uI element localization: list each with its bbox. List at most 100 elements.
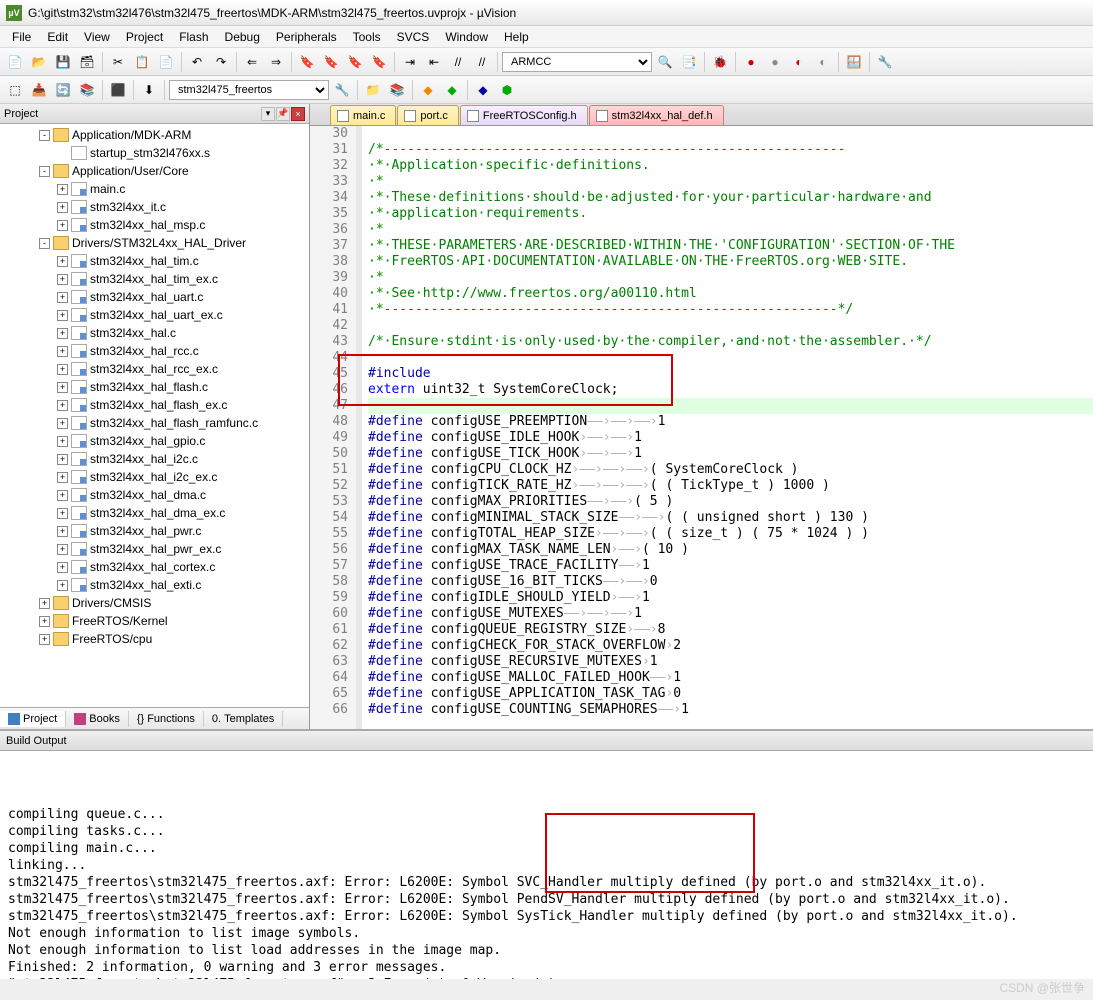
download-icon[interactable]: ⬇ [138, 79, 160, 101]
expander-icon[interactable]: - [39, 238, 50, 249]
menu-tools[interactable]: Tools [345, 28, 389, 46]
expander-icon[interactable]: + [57, 562, 68, 573]
target-options-icon[interactable]: 🔧 [331, 79, 353, 101]
file-tab[interactable]: stm32l4xx_hal_def.h [589, 105, 724, 125]
bookmark-clear-icon[interactable]: 🔖 [368, 51, 390, 73]
redo-icon[interactable]: ↷ [210, 51, 232, 73]
tree-item[interactable]: +stm32l4xx_hal_pwr_ex.c [0, 540, 309, 558]
stop-build-icon[interactable]: ⬛ [107, 79, 129, 101]
tree-item[interactable]: +stm32l4xx_hal_flash.c [0, 378, 309, 396]
panel-close-icon[interactable]: × [291, 107, 305, 121]
expander-icon[interactable]: + [57, 274, 68, 285]
batch-build-icon[interactable]: 📚 [76, 79, 98, 101]
tree-item[interactable]: +stm32l4xx_hal_pwr.c [0, 522, 309, 540]
breakpoint-disable-icon[interactable]: ● [764, 51, 786, 73]
nav-fwd-icon[interactable]: ⇒ [265, 51, 287, 73]
expander-icon[interactable]: + [57, 310, 68, 321]
manage-icon[interactable]: 📁 [362, 79, 384, 101]
manage-rte-icon[interactable]: ◆ [441, 79, 463, 101]
expander-icon[interactable]: + [39, 634, 50, 645]
expander-icon[interactable]: + [57, 580, 68, 591]
target-select[interactable]: stm32l475_freertos [169, 80, 329, 100]
translate-icon[interactable]: ⬚ [4, 79, 26, 101]
copy-icon[interactable]: 📋 [131, 51, 153, 73]
tree-item[interactable]: +stm32l4xx_hal_flash_ex.c [0, 396, 309, 414]
expander-icon[interactable]: - [39, 130, 50, 141]
expander-icon[interactable]: + [57, 454, 68, 465]
expander-icon[interactable]: + [57, 256, 68, 267]
expander-icon[interactable]: + [57, 220, 68, 231]
menu-peripherals[interactable]: Peripherals [268, 28, 345, 46]
project-tree[interactable]: -Application/MDK-ARMstartup_stm32l476xx.… [0, 124, 309, 707]
tree-item[interactable]: +FreeRTOS/Kernel [0, 612, 309, 630]
expander-icon[interactable]: + [57, 346, 68, 357]
tab-templates[interactable]: 0. Templates [204, 711, 283, 727]
nav-back-icon[interactable]: ⇐ [241, 51, 263, 73]
tree-item[interactable]: -Application/User/Core [0, 162, 309, 180]
cut-icon[interactable]: ✂ [107, 51, 129, 73]
save-icon[interactable]: 💾 [52, 51, 74, 73]
pack-installer-icon[interactable]: ◆ [417, 79, 439, 101]
paste-icon[interactable]: 📄 [155, 51, 177, 73]
tree-item[interactable]: +stm32l4xx_hal_flash_ramfunc.c [0, 414, 309, 432]
tree-item[interactable]: +stm32l4xx_hal_gpio.c [0, 432, 309, 450]
tree-item[interactable]: startup_stm32l476xx.s [0, 144, 309, 162]
find-in-files-icon[interactable]: 📑 [678, 51, 700, 73]
comment-icon[interactable]: // [447, 51, 469, 73]
configure-icon[interactable]: 🔧 [874, 51, 896, 73]
tree-item[interactable]: -Drivers/STM32L4xx_HAL_Driver [0, 234, 309, 252]
rebuild-icon[interactable]: 🔄 [52, 79, 74, 101]
indent-icon[interactable]: ⇥ [399, 51, 421, 73]
code-content[interactable]: /*--------------------------------------… [362, 126, 1093, 729]
file-tab[interactable]: port.c [397, 105, 459, 125]
expander-icon[interactable]: + [39, 616, 50, 627]
manage-books-icon[interactable]: 📚 [386, 79, 408, 101]
panel-menu-icon[interactable]: ▾ [261, 107, 275, 121]
tree-item[interactable]: +stm32l4xx_hal_dma.c [0, 486, 309, 504]
new-file-icon[interactable]: 📄 [4, 51, 26, 73]
expander-icon[interactable]: - [39, 166, 50, 177]
tree-item[interactable]: +stm32l4xx_hal_rcc_ex.c [0, 360, 309, 378]
menu-file[interactable]: File [4, 28, 39, 46]
expander-icon[interactable]: + [57, 400, 68, 411]
expander-icon[interactable]: + [57, 292, 68, 303]
compiler-select[interactable]: ARMCC [502, 52, 652, 72]
tree-item[interactable]: +stm32l4xx_hal_i2c_ex.c [0, 468, 309, 486]
expander-icon[interactable]: + [57, 382, 68, 393]
tab-books[interactable]: Books [66, 711, 129, 727]
debug-icon[interactable]: 🐞 [709, 51, 731, 73]
expander-icon[interactable]: + [57, 202, 68, 213]
tree-item[interactable]: +stm32l4xx_hal_uart_ex.c [0, 306, 309, 324]
expander-icon[interactable]: + [57, 436, 68, 447]
undo-icon[interactable]: ↶ [186, 51, 208, 73]
tree-item[interactable]: +stm32l4xx_hal_i2c.c [0, 450, 309, 468]
expander-icon[interactable]: + [57, 328, 68, 339]
expander-icon[interactable]: + [57, 526, 68, 537]
expander-icon[interactable]: + [57, 472, 68, 483]
cube-icon[interactable]: ⬢ [496, 79, 518, 101]
menu-window[interactable]: Window [437, 28, 496, 46]
tree-item[interactable]: +stm32l4xx_hal_msp.c [0, 216, 309, 234]
breakpoint-clear-icon[interactable]: ◐ [812, 51, 834, 73]
code-editor[interactable]: 3031323334353637383940414243444546474849… [310, 126, 1093, 729]
tree-item[interactable]: +stm32l4xx_hal_tim_ex.c [0, 270, 309, 288]
tree-item[interactable]: +stm32l4xx_hal_cortex.c [0, 558, 309, 576]
expander-icon[interactable]: + [57, 364, 68, 375]
menu-flash[interactable]: Flash [171, 28, 216, 46]
menu-view[interactable]: View [76, 28, 118, 46]
menu-svcs[interactable]: SVCS [389, 28, 438, 46]
find-icon[interactable]: 🔍 [654, 51, 676, 73]
expander-icon[interactable]: + [57, 490, 68, 501]
bookmark-icon[interactable]: 🔖 [296, 51, 318, 73]
build-icon[interactable]: 📥 [28, 79, 50, 101]
tree-item[interactable]: +stm32l4xx_hal_uart.c [0, 288, 309, 306]
tree-item[interactable]: +stm32l4xx_hal_dma_ex.c [0, 504, 309, 522]
tree-item[interactable]: +FreeRTOS/cpu [0, 630, 309, 648]
tree-item[interactable]: +stm32l4xx_it.c [0, 198, 309, 216]
file-tab[interactable]: main.c [330, 105, 396, 125]
tree-item[interactable]: +stm32l4xx_hal_tim.c [0, 252, 309, 270]
breakpoint-icon[interactable]: ● [740, 51, 762, 73]
panel-pin-icon[interactable]: 📌 [276, 107, 290, 121]
uncomment-icon[interactable]: // [471, 51, 493, 73]
menu-edit[interactable]: Edit [39, 28, 76, 46]
